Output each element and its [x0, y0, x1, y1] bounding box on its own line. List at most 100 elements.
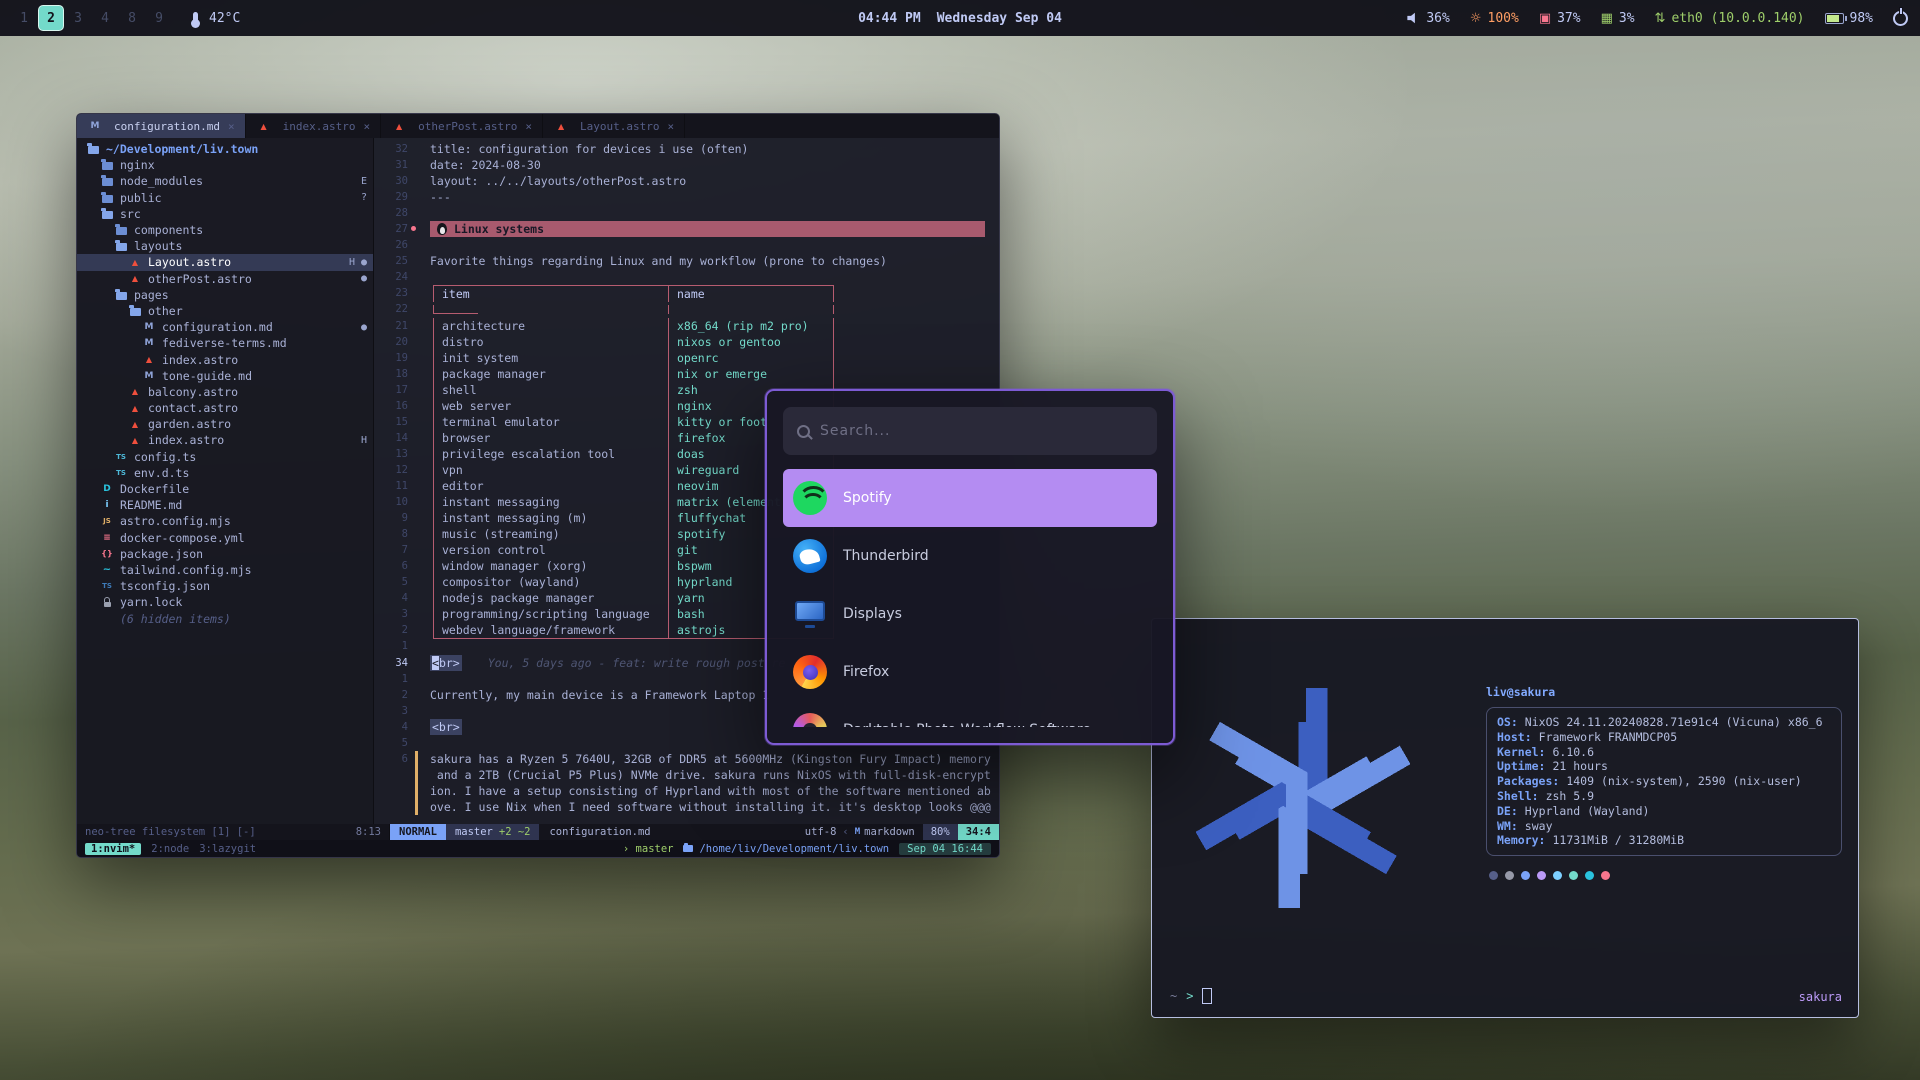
workspace-button[interactable]: 9 — [147, 6, 171, 30]
battery-module: 98% — [1825, 11, 1873, 26]
editor-line: 31 date: 2024-08-30 — [374, 157, 999, 173]
terminal-cursor — [1202, 988, 1212, 1004]
tree-item[interactable]: index.astro — [77, 351, 373, 367]
editor-tab[interactable]: Layout.astro × — [543, 114, 685, 138]
spotify-icon — [793, 481, 827, 515]
astro-icon — [127, 256, 143, 268]
fetch-info-line: Shellzsh 5.9 — [1497, 789, 1831, 804]
tsconfig-icon — [99, 580, 115, 592]
editor-tab[interactable]: otherPost.astro × — [381, 114, 543, 138]
tree-item-label: pages — [134, 288, 169, 302]
tree-item[interactable]: astro.config.mjs — [77, 513, 373, 529]
tree-item-label: tsconfig.json — [120, 579, 210, 593]
workspace-button[interactable]: 1 — [12, 6, 36, 30]
tree-item[interactable]: docker-compose.yml — [77, 530, 373, 546]
clock-date: Wednesday Sep 04 — [937, 11, 1062, 26]
tree-item[interactable]: tsconfig.json — [77, 578, 373, 594]
tree-item[interactable]: other — [77, 303, 373, 319]
launcher-item[interactable]: Firefox — [783, 643, 1157, 701]
tree-item[interactable]: package.json — [77, 546, 373, 562]
network-module: ⇅ eth0 (10.0.0.140) — [1655, 11, 1805, 26]
launcher-item[interactable]: Darktable Photo Workflow Software — [783, 701, 1157, 727]
tree-item[interactable]: config.ts — [77, 449, 373, 465]
astro-icon — [553, 120, 569, 132]
tree-item[interactable]: contact.astro — [77, 400, 373, 416]
tree-item[interactable]: layouts — [77, 238, 373, 254]
folder-icon — [683, 845, 693, 852]
disk-icon: ▣ — [1539, 11, 1551, 26]
tree-item[interactable]: src — [77, 206, 373, 222]
tree-item[interactable]: balcony.astro — [77, 384, 373, 400]
tree-item[interactable]: Layout.astro H ● — [77, 254, 373, 270]
prompt-symbol: > — [1186, 989, 1193, 1003]
editor-line: ion. I have a setup consisting of Hyprla… — [374, 783, 999, 799]
tree-item[interactable]: tailwind.config.mjs — [77, 562, 373, 578]
close-icon[interactable]: × — [668, 120, 675, 133]
fetch-info-line: DEHyprland (Wayland) — [1497, 804, 1831, 819]
folder-open-icon — [127, 305, 143, 317]
workspace-button[interactable]: 3 — [66, 6, 90, 30]
tmux-window[interactable]: 1:nvim* — [85, 843, 141, 855]
editor-line: 29 --- — [374, 189, 999, 205]
workspace-button[interactable]: 8 — [120, 6, 144, 30]
folder-icon — [113, 224, 129, 236]
table-row: 20 distro nixos or gentoo — [374, 334, 999, 350]
tree-item[interactable]: node_modules E — [77, 173, 373, 189]
network-icon: ⇅ — [1655, 11, 1666, 26]
prompt-path: ~ — [1170, 989, 1177, 1003]
tree-item-label: other — [148, 304, 183, 318]
tree-item-badge: ? — [361, 192, 367, 203]
tree-item-badge: ● — [361, 273, 367, 284]
launcher-item[interactable]: Thunderbird — [783, 527, 1157, 585]
palette-dot — [1521, 871, 1530, 880]
workspace-button[interactable]: 4 — [93, 6, 117, 30]
table-row: 19 init system openrc — [374, 350, 999, 366]
tmux-window[interactable]: 2:node — [151, 843, 189, 855]
tree-item[interactable]: tone-guide.md — [77, 368, 373, 384]
close-icon[interactable]: × — [525, 120, 532, 133]
tree-item[interactable]: pages — [77, 287, 373, 303]
battery-icon — [1825, 13, 1844, 24]
tree-item[interactable]: garden.astro — [77, 416, 373, 432]
tree-item[interactable]: fediverse-terms.md — [77, 335, 373, 351]
tree-item[interactable]: index.astro H — [77, 432, 373, 448]
tree-item[interactable]: configuration.md ● — [77, 319, 373, 335]
tmux-window[interactable]: 3:lazygit — [199, 843, 256, 855]
workspace-button[interactable]: 2 — [39, 6, 63, 30]
tree-item-badge: E — [361, 176, 367, 187]
markdown-heading: 27 Linux systems — [374, 221, 999, 237]
tree-item[interactable]: nginx — [77, 157, 373, 173]
tree-item[interactable]: yarn.lock — [77, 594, 373, 610]
statusline: neo-tree filesystem [1] [-] 8:13 NORMAL … — [77, 824, 999, 840]
intro-block: 26 25 Favorite things regarding Linux an… — [374, 237, 999, 285]
editor-tab[interactable]: index.astro × — [246, 114, 381, 138]
fetch-info-line: OSNixOS 24.11.20240828.71e91c4 (Vicuna) … — [1497, 715, 1831, 730]
shell-prompt[interactable]: ~ > — [1170, 988, 1212, 1004]
search-input[interactable]: Search... — [783, 407, 1157, 455]
tree-item[interactable]: public ? — [77, 190, 373, 206]
launcher-item[interactable]: Spotify — [783, 469, 1157, 527]
tree-item[interactable]: README.md — [77, 497, 373, 513]
tree-item[interactable]: components — [77, 222, 373, 238]
tree-item[interactable]: ~/Development/liv.town — [77, 141, 373, 157]
tree-item[interactable]: otherPost.astro ● — [77, 271, 373, 287]
close-icon[interactable]: × — [228, 120, 235, 133]
close-icon[interactable]: × — [363, 120, 370, 133]
tmux-path: /home/liv/Development/liv.town — [699, 843, 889, 855]
fetch-info-line: Memory11731MiB / 31280MiB — [1497, 833, 1831, 848]
clock-time: 04:44 PM — [858, 11, 921, 26]
tree-item-label: index.astro — [148, 433, 224, 447]
tree-item-label: node_modules — [120, 174, 203, 188]
disk-value: 37% — [1557, 11, 1580, 26]
tree-item-label: yarn.lock — [120, 595, 182, 609]
tree-item[interactable]: (6 hidden items) — [77, 610, 373, 626]
power-icon[interactable] — [1893, 11, 1908, 26]
astro-icon — [127, 402, 143, 414]
palette-dot — [1553, 871, 1562, 880]
tree-item[interactable]: env.d.ts — [77, 465, 373, 481]
editor-line: ove. I use Nix when I need software with… — [374, 799, 999, 815]
editor-tab[interactable]: configuration.md × — [77, 114, 246, 138]
tree-item[interactable]: Dockerfile — [77, 481, 373, 497]
palette-dot — [1569, 871, 1578, 880]
launcher-item[interactable]: Displays — [783, 585, 1157, 643]
